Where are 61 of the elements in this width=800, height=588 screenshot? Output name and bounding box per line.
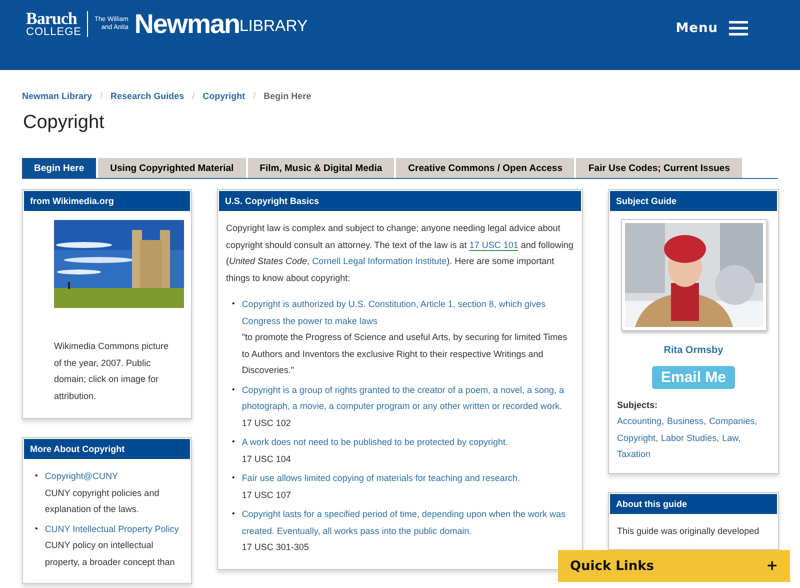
subject-link[interactable]: Companies,: [709, 413, 758, 430]
menu-button[interactable]: Menu: [676, 21, 748, 36]
fact-citation: 17 USC 107: [242, 488, 292, 502]
fact-citation: 17 USC 102: [242, 416, 292, 430]
image-caption: Wikimedia Commons picture of the year, 2007. Public domain; click on image for attribution.: [54, 340, 170, 402]
fact-link[interactable]: A work does not need to be published to be protected by copyright.: [242, 434, 508, 450]
source-link[interactable]: Cornell Legal Information Institute: [312, 256, 447, 266]
bullet: •: [232, 298, 235, 310]
panel-heading: U.S. Copyright Basics: [219, 191, 581, 211]
fact-link[interactable]: Fair use allows limited copying of materials for teaching and research.: [242, 470, 520, 486]
resource-link[interactable]: Copyright@CUNY: [44, 468, 183, 484]
breadcrumb-link[interactable]: Research Guides: [110, 91, 184, 101]
subject-link[interactable]: Taxation: [617, 446, 651, 462]
subject-link[interactable]: Labor Studies,: [661, 430, 720, 446]
breadcrumb-separator: /: [192, 91, 195, 101]
tab[interactable]: Film, Music & Digital Media: [248, 158, 394, 178]
subjects-label: Subjects:: [617, 398, 659, 412]
logo-text: Newman: [134, 10, 240, 38]
bullet: •: [232, 384, 235, 396]
panel-heading: About this guide: [610, 494, 777, 514]
guide-description: This guide was originally developed: [617, 524, 760, 538]
tab[interactable]: Fair Use Codes; Current Issues: [576, 158, 742, 178]
breadcrumb-current: Begin Here: [264, 91, 312, 101]
bullet: •: [232, 508, 235, 520]
panel-heading: More About Copyright: [24, 439, 190, 459]
bullet: •: [232, 436, 235, 448]
intro-text: Copyright law is complex and subject to change; anyone needing legal advice about copyright should consult an attorney. The text of the law is at 17 USC 101 and following (United States Code, Cornell Legal Information Institute). Here are some important things to know about copyright:: [226, 222, 574, 285]
breadcrumb-separator: /: [253, 91, 256, 101]
fact-citation: 17 USC 104: [242, 452, 292, 466]
subject-link[interactable]: Accounting,: [617, 413, 664, 430]
bullet: •: [232, 472, 235, 484]
subject-link[interactable]: Law,: [722, 430, 741, 446]
subject-link[interactable]: Business,: [667, 413, 706, 430]
tab[interactable]: Begin Here: [22, 158, 96, 178]
librarian-name[interactable]: Rita Ormsby: [664, 343, 724, 360]
page-title: Copyright: [23, 112, 106, 134]
link-description: CUNY policy on intellectual property, a broader concept than: [44, 539, 176, 569]
panel-heading: Subject Guide: [610, 191, 777, 211]
panel-heading: from Wikimedia.org: [24, 191, 190, 211]
breadcrumb-link[interactable]: Newman Library: [22, 91, 92, 101]
logo-text: LIBRARY: [239, 18, 308, 36]
link-description: CUNY copyright policies and explanation of the laws.: [44, 486, 160, 516]
fact-link[interactable]: Copyright is a group of rights granted to the creator of a poem, a novel, a song, a photograph, a movie, a computer program or any other written or recorded work.: [242, 382, 574, 414]
breadcrumb-separator: /: [100, 91, 103, 101]
plus-icon: +: [766, 558, 778, 574]
quick-links-button[interactable]: Quick Links +: [558, 550, 790, 582]
fact-citation: 17 USC 301-305: [242, 541, 310, 554]
bullet: •: [35, 470, 38, 482]
subject-link[interactable]: Copyright,: [617, 430, 658, 446]
tab[interactable]: Using Copyrighted Material: [98, 158, 246, 178]
menu-icon: [729, 21, 748, 36]
tab[interactable]: Creative Commons / Open Access: [396, 158, 574, 178]
fact-link[interactable]: Copyright lasts for a specified period of time, depending upon when the work was created. Eventually, all works pass into the public domain.: [242, 506, 574, 539]
fact-citation: "to promote the Progress of Science and useful Arts, by securing for limited Times to Authors and Inventors the exclusive Right to their respective Writings and Discoveries.": [242, 331, 568, 377]
logo-text: COLLEGE: [26, 27, 82, 38]
statute-link[interactable]: 17 USC 101: [469, 240, 518, 250]
fact-link[interactable]: Copyright is authorized by U.S. Constitution, Article 1, section 8, which gives Congress the power to make laws: [242, 296, 574, 329]
breadcrumb-link[interactable]: Copyright: [202, 91, 246, 101]
resource-link[interactable]: CUNY Intellectual Property Policy: [44, 520, 183, 537]
logo-text: Baruch: [26, 10, 77, 27]
bullet: •: [35, 522, 38, 534]
